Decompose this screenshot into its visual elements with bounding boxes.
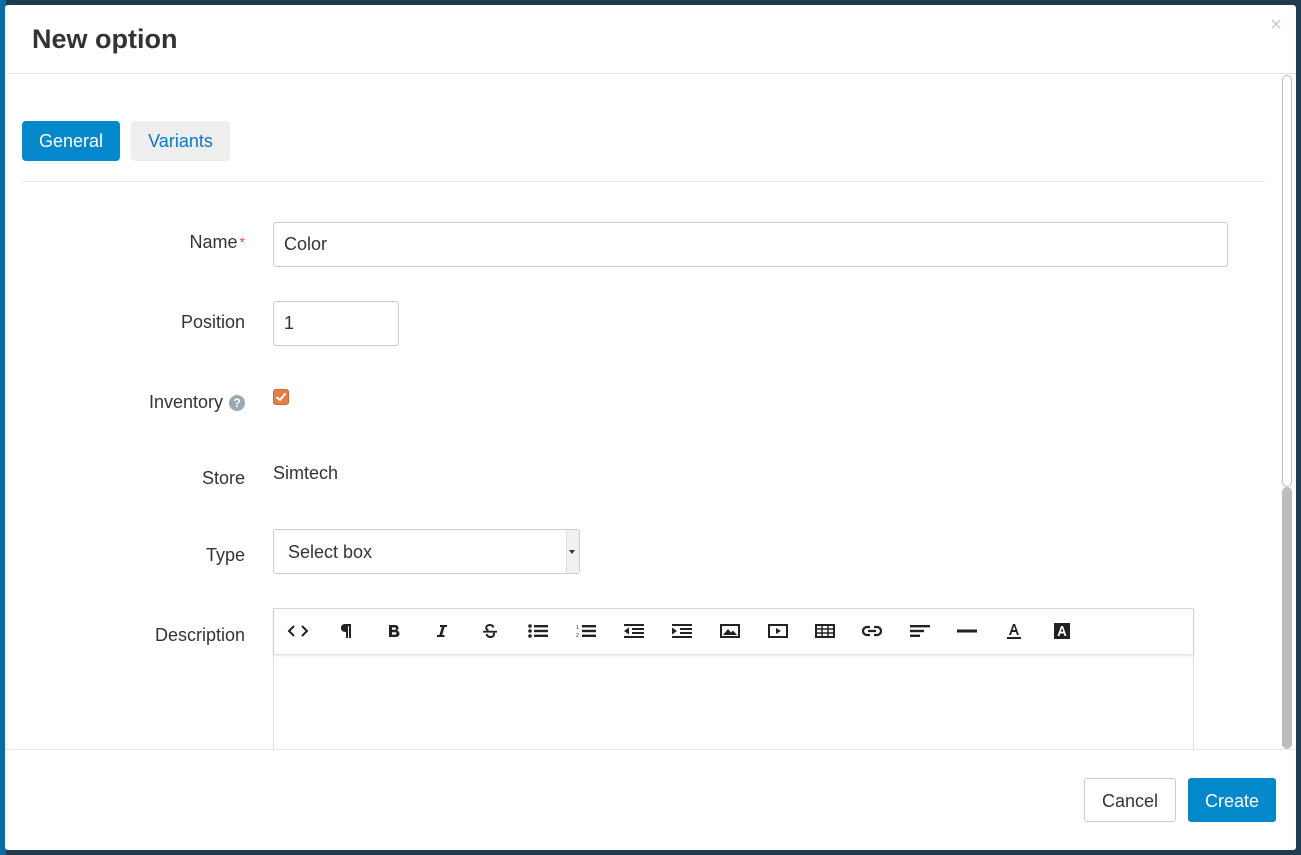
- type-select[interactable]: Select box: [273, 529, 580, 574]
- name-label: Name *: [45, 232, 245, 252]
- checkmark-icon: [276, 393, 286, 401]
- dialog-scrollbar[interactable]: [1282, 75, 1292, 749]
- position-label: Position: [180, 312, 245, 332]
- strikethrough-icon[interactable]: [477, 619, 503, 643]
- font-color-icon[interactable]: [1001, 619, 1027, 643]
- link-icon[interactable]: [859, 619, 885, 643]
- close-icon[interactable]: ×: [1270, 15, 1282, 35]
- scrollbar-track-lower[interactable]: [1282, 487, 1292, 749]
- dialog-footer: Cancel Create: [5, 749, 1296, 850]
- description-label: Description: [154, 625, 245, 645]
- name-label-text: Name: [189, 232, 238, 252]
- bold-icon[interactable]: [381, 619, 407, 643]
- table-icon[interactable]: [812, 619, 838, 643]
- store-label: Store: [201, 468, 245, 488]
- type-select-value: Select box: [288, 542, 373, 562]
- ordered-list-icon[interactable]: 12: [573, 619, 599, 643]
- inventory-label-text: Inventory: [148, 392, 223, 412]
- inventory-label: Inventory?: [45, 392, 245, 412]
- cancel-button[interactable]: Cancel: [1084, 778, 1176, 822]
- outdent-icon[interactable]: [621, 619, 647, 643]
- new-option-dialog: New option × General Variants Name* Posi…: [5, 5, 1296, 850]
- background-color-icon[interactable]: [1049, 619, 1075, 643]
- indent-icon[interactable]: [669, 619, 695, 643]
- store-value: Simtech: [273, 463, 339, 483]
- dialog-body: General Variants Name* Position Inventor…: [5, 75, 1296, 749]
- scrollbar-thumb[interactable]: [1282, 75, 1292, 487]
- required-marker: *: [239, 234, 245, 250]
- editor-toolbar: 12: [274, 609, 1193, 654]
- inventory-checkbox[interactable]: [273, 389, 289, 405]
- horizontal-rule-icon[interactable]: [954, 619, 980, 643]
- image-icon[interactable]: [717, 619, 743, 643]
- description-editor-area[interactable]: [274, 655, 1193, 749]
- svg-text:2: 2: [576, 633, 579, 638]
- video-icon[interactable]: [765, 619, 791, 643]
- position-input[interactable]: [273, 301, 399, 346]
- code-view-icon[interactable]: [285, 619, 311, 643]
- create-button[interactable]: Create: [1188, 778, 1276, 822]
- dialog-header: New option ×: [5, 5, 1296, 74]
- tab-general[interactable]: General: [22, 121, 120, 161]
- dialog-title: New option: [32, 24, 178, 54]
- description-editor: 12: [273, 608, 1194, 749]
- help-icon[interactable]: ?: [229, 395, 245, 411]
- align-left-icon[interactable]: [907, 619, 933, 643]
- paragraph-icon[interactable]: [333, 619, 359, 643]
- italic-icon[interactable]: [429, 619, 455, 643]
- tab-variants[interactable]: Variants: [131, 121, 230, 161]
- chevron-down-icon: [566, 530, 579, 573]
- type-label: Type: [205, 545, 245, 565]
- svg-text:1: 1: [576, 625, 579, 631]
- tabs-divider: [22, 181, 1265, 182]
- name-input[interactable]: [273, 222, 1228, 267]
- unordered-list-icon[interactable]: [525, 619, 551, 643]
